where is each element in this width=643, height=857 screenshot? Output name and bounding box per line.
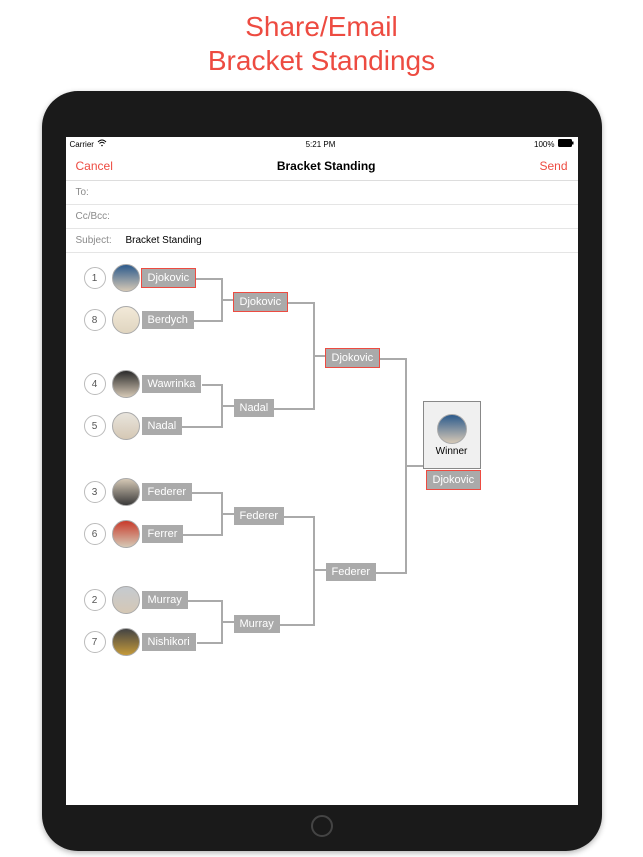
connector (274, 408, 314, 410)
cc-label: Cc/Bcc: (76, 211, 126, 222)
seed-rank: 3 (84, 481, 106, 503)
winner-label: Winner (436, 446, 468, 457)
round2-name: Federer (234, 507, 285, 525)
send-button[interactable]: Send (539, 159, 567, 173)
seed-rank: 2 (84, 589, 106, 611)
avatar-winner (437, 414, 467, 444)
ipad-frame: Carrier 5:21 PM 100% Cancel Bracket Stan… (42, 91, 602, 851)
connector (221, 299, 235, 301)
connector (380, 358, 406, 360)
round3-name: Federer (326, 563, 377, 581)
connector (196, 278, 222, 280)
avatar-djokovic (112, 264, 140, 292)
connector (221, 513, 235, 515)
connector (374, 572, 406, 574)
status-bar: Carrier 5:21 PM 100% (66, 137, 578, 151)
connector (221, 405, 235, 407)
seed-rank: 7 (84, 631, 106, 653)
marketing-line2: Bracket Standings (0, 44, 643, 78)
avatar-nadal (112, 412, 140, 440)
seed-rank: 8 (84, 309, 106, 331)
seed-name: Murray (142, 591, 188, 609)
avatar-murray (112, 586, 140, 614)
connector (182, 534, 222, 536)
to-label: To: (76, 187, 126, 198)
compose-fields: To: Cc/Bcc: Subject: Bracket Standing (66, 181, 578, 253)
seed-name: Berdych (142, 311, 194, 329)
connector (288, 302, 314, 304)
seed-name: Nishikori (142, 633, 196, 651)
connector (186, 600, 222, 602)
subject-field[interactable]: Subject: Bracket Standing (66, 229, 578, 253)
seed-rank: 5 (84, 415, 106, 437)
round2-name: Murray (234, 615, 280, 633)
avatar-nishikori (112, 628, 140, 656)
subject-value: Bracket Standing (126, 235, 202, 246)
seed-rank: 4 (84, 373, 106, 395)
seed-name: Ferrer (142, 525, 184, 543)
battery-icon (558, 139, 574, 149)
connector (405, 465, 423, 467)
ccbcc-field[interactable]: Cc/Bcc: (66, 205, 578, 229)
status-time: 5:21 PM (306, 140, 336, 149)
connector (181, 426, 222, 428)
marketing-line1: Share/Email (0, 10, 643, 44)
seed-name: Djokovic (142, 269, 196, 287)
seed-name: Nadal (142, 417, 183, 435)
to-field[interactable]: To: (66, 181, 578, 205)
connector (313, 516, 315, 626)
seed-name: Wawrinka (142, 375, 202, 393)
connector (197, 642, 222, 644)
avatar-federer (112, 478, 140, 506)
round2-name: Nadal (234, 399, 275, 417)
connector (202, 384, 222, 386)
carrier-label: Carrier (70, 140, 94, 149)
bracket: 1 Djokovic 8 Berdych 4 Wawrinka 5 Nadal … (66, 253, 578, 805)
avatar-wawrinka (112, 370, 140, 398)
nav-bar: Cancel Bracket Standing Send (66, 151, 578, 181)
subject-label: Subject: (76, 235, 126, 246)
home-button[interactable] (311, 815, 333, 837)
connector (313, 355, 327, 357)
seed-name: Federer (142, 483, 193, 501)
seed-rank: 1 (84, 267, 106, 289)
marketing-title: Share/Email Bracket Standings (0, 0, 643, 77)
wifi-icon (97, 139, 107, 149)
nav-title: Bracket Standing (277, 159, 376, 173)
connector (192, 320, 222, 322)
avatar-berdych (112, 306, 140, 334)
winner-card: Winner (423, 401, 481, 469)
connector (282, 516, 314, 518)
connector (278, 624, 314, 626)
round2-name: Djokovic (234, 293, 288, 311)
battery-percent: 100% (534, 140, 554, 149)
round3-name: Djokovic (326, 349, 380, 367)
cancel-button[interactable]: Cancel (76, 159, 113, 173)
winner-name: Djokovic (427, 471, 481, 489)
connector (313, 569, 327, 571)
ipad-screen: Carrier 5:21 PM 100% Cancel Bracket Stan… (66, 137, 578, 805)
seed-rank: 6 (84, 523, 106, 545)
avatar-ferrer (112, 520, 140, 548)
connector (190, 492, 222, 494)
connector (221, 621, 235, 623)
